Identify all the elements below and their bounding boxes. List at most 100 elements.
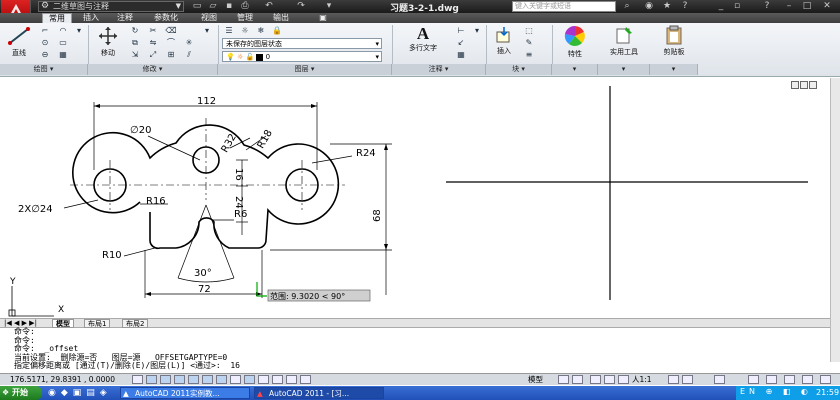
osnap-toggle[interactable]: [202, 375, 213, 384]
binoculars-icon[interactable]: ⌕: [620, 1, 634, 12]
tab-annotate[interactable]: 注释: [110, 13, 140, 23]
ellipse-icon[interactable]: ⊖: [38, 50, 52, 60]
lineweight-toggle[interactable]: [258, 375, 269, 384]
panel-title-properties[interactable]: ▾: [552, 64, 598, 75]
window-minimize-icon[interactable]: –: [782, 1, 796, 12]
tray-icons[interactable]: EN ⊕ ◧ ◐: [740, 387, 812, 396]
hatch-icon[interactable]: ▦: [56, 50, 70, 60]
layer-properties-icon[interactable]: ☰: [222, 26, 236, 36]
tab-manage[interactable]: 管理: [230, 13, 260, 23]
workspace-switching-icon[interactable]: [714, 375, 725, 384]
annotation-scale[interactable]: 人1:1: [632, 374, 652, 386]
attribute-icon[interactable]: ≡: [522, 50, 536, 60]
panel-title-block[interactable]: 块 ▾: [486, 64, 552, 75]
vertical-scrollbar[interactable]: [830, 78, 840, 362]
communication-center-icon[interactable]: ◉: [642, 1, 656, 12]
dyn-toggle[interactable]: [244, 375, 255, 384]
polar-toggle[interactable]: [188, 375, 199, 384]
edit-block-icon[interactable]: ✎: [522, 38, 536, 48]
start-button[interactable]: ❖ 开始: [0, 386, 42, 400]
status-bar-menu-icon[interactable]: [802, 375, 813, 384]
quick-view-drawings-icon[interactable]: [572, 375, 583, 384]
current-layer-select[interactable]: 💡 ☼ 🔓 0 ▾: [222, 51, 382, 62]
favorites-icon[interactable]: ★: [660, 1, 674, 12]
search-input[interactable]: 键入关键字或短语: [512, 1, 616, 12]
multiline-text-button[interactable]: A 多行文字: [400, 25, 446, 62]
layer-freeze-icon[interactable]: ❄: [254, 26, 268, 36]
linear-dimension-icon[interactable]: ⊢: [454, 26, 468, 36]
tab-home[interactable]: 常用: [42, 13, 72, 23]
viewport-minimize-icon[interactable]: [791, 81, 799, 89]
restore-icon[interactable]: ▫: [730, 1, 744, 12]
redo-icon[interactable]: ↷: [294, 1, 308, 12]
layer-lock-icon[interactable]: 🔒: [270, 26, 284, 36]
undo-icon[interactable]: ↶: [262, 1, 276, 12]
annotation-visibility-icon[interactable]: [668, 375, 679, 384]
array-icon[interactable]: ⊞: [164, 50, 178, 60]
clipboard-button[interactable]: 剪贴板: [654, 25, 694, 62]
tab-output[interactable]: 输出: [266, 13, 296, 23]
explode-icon[interactable]: ✳: [182, 38, 196, 48]
dimension-dropdown-icon[interactable]: ▾: [470, 26, 484, 36]
steering-wheel-icon[interactable]: [618, 375, 629, 384]
save-icon[interactable]: ▪: [222, 1, 236, 12]
polyline-icon[interactable]: ⌐: [38, 26, 52, 36]
utilities-button[interactable]: 实用工具: [602, 25, 646, 62]
move-button[interactable]: 移动: [92, 26, 124, 62]
properties-button[interactable]: 特性: [558, 25, 592, 62]
tab-view[interactable]: 视图: [194, 13, 224, 23]
mirror-icon[interactable]: ⇋: [146, 38, 160, 48]
taskbar-item-document[interactable]: ▲ AutoCAD 2011实例教...: [120, 387, 250, 399]
ribbon-options-icon[interactable]: ▣: [314, 13, 332, 23]
zoom-icon[interactable]: [604, 375, 615, 384]
multileader-icon[interactable]: ↙: [454, 38, 468, 48]
create-block-icon[interactable]: ⬚: [522, 26, 536, 36]
hardware-acceleration-icon[interactable]: [766, 375, 777, 384]
open-file-icon[interactable]: ▱: [206, 1, 220, 12]
fillet-icon[interactable]: ⌒: [164, 38, 178, 48]
layer-off-icon[interactable]: ☼: [238, 26, 252, 36]
tab-layout2[interactable]: 布局2: [122, 319, 149, 328]
workspace-selector[interactable]: ⚙ 二维草图与注释 ▼: [38, 1, 184, 12]
drawing-svg[interactable]: 112 ∅20 R32 R18 R24 16 24 2X∅24 R16 R6 6…: [0, 78, 830, 318]
layer-state-select[interactable]: 未保存的图层状态 ▾: [222, 38, 382, 49]
draw-dropdown-icon[interactable]: ▾: [72, 26, 86, 36]
viewport-restore-icon[interactable]: [800, 81, 808, 89]
lock-ui-icon[interactable]: [748, 375, 759, 384]
tab-insert[interactable]: 插入: [76, 13, 106, 23]
line-button[interactable]: 直线: [4, 26, 34, 62]
scale-icon[interactable]: ⤢: [146, 50, 160, 60]
command-window[interactable]: 命令: 命令: 命令: _offset 当前设置: 删除源=否 图层=源 OFF…: [0, 327, 830, 373]
panel-title-layers[interactable]: 图层 ▾: [218, 64, 392, 75]
window-maximize-icon[interactable]: □: [800, 1, 814, 12]
close-icon[interactable]: ✕: [820, 1, 834, 12]
plot-icon[interactable]: ⎙: [238, 1, 252, 12]
quick-launch-icons[interactable]: ◉◆▣▤◈: [48, 387, 112, 399]
help-dropdown-icon[interactable]: ?: [760, 1, 774, 12]
modify-dropdown-icon[interactable]: ▾: [200, 26, 214, 36]
insert-block-button[interactable]: 插入: [490, 26, 518, 62]
panel-title-clipboard[interactable]: ▾: [650, 64, 698, 75]
auto-scale-icon[interactable]: [682, 375, 693, 384]
trim-icon[interactable]: ✂: [146, 26, 160, 36]
viewport-close-icon[interactable]: [809, 81, 817, 89]
quick-access-dropdown-icon[interactable]: ▾: [322, 1, 336, 12]
panel-title-annotation[interactable]: 注释 ▾: [392, 64, 486, 75]
model-space-label[interactable]: 模型: [528, 374, 543, 386]
quick-view-layouts-icon[interactable]: [558, 375, 569, 384]
selection-cycling-toggle[interactable]: [300, 375, 311, 384]
tab-model[interactable]: 模型: [52, 319, 74, 328]
ducs-toggle[interactable]: [230, 375, 241, 384]
transparency-toggle[interactable]: [272, 375, 283, 384]
panel-title-modify[interactable]: 修改 ▾: [88, 64, 218, 75]
isolate-objects-icon[interactable]: [784, 375, 795, 384]
tab-parametric[interactable]: 参数化: [146, 13, 186, 23]
stretch-icon[interactable]: ⇲: [128, 50, 142, 60]
table-icon[interactable]: ▦: [454, 50, 468, 60]
drawing-canvas[interactable]: 112 ∅20 R32 R18 R24 16 24 2X∅24 R16 R6 6…: [0, 78, 830, 318]
rotate-icon[interactable]: ↻: [128, 26, 142, 36]
infer-constraints-toggle[interactable]: [132, 375, 143, 384]
arc-icon[interactable]: ◠: [56, 26, 70, 36]
new-file-icon[interactable]: ▭: [190, 1, 204, 12]
panel-title-draw[interactable]: 绘图 ▾: [0, 64, 88, 75]
